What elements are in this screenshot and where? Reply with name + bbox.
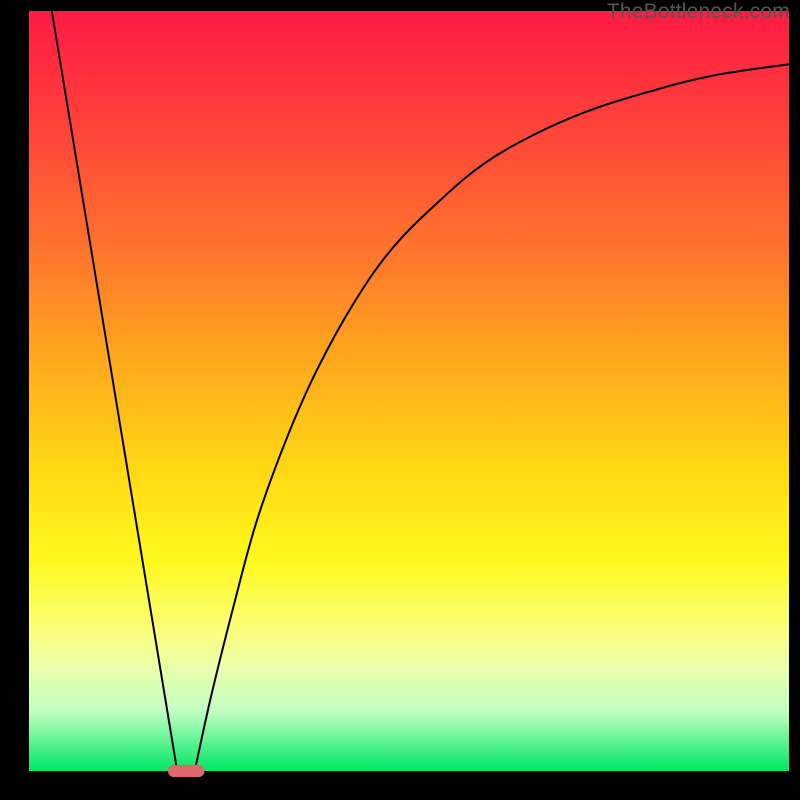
right-curve-line bbox=[195, 64, 789, 771]
chart-svg bbox=[29, 11, 789, 771]
bottom-marker bbox=[168, 765, 204, 777]
watermark-text: TheBottleneck.com bbox=[607, 0, 790, 24]
plot-area bbox=[29, 11, 789, 771]
left-spike-line bbox=[52, 11, 177, 771]
chart-frame: TheBottleneck.com bbox=[0, 0, 800, 800]
